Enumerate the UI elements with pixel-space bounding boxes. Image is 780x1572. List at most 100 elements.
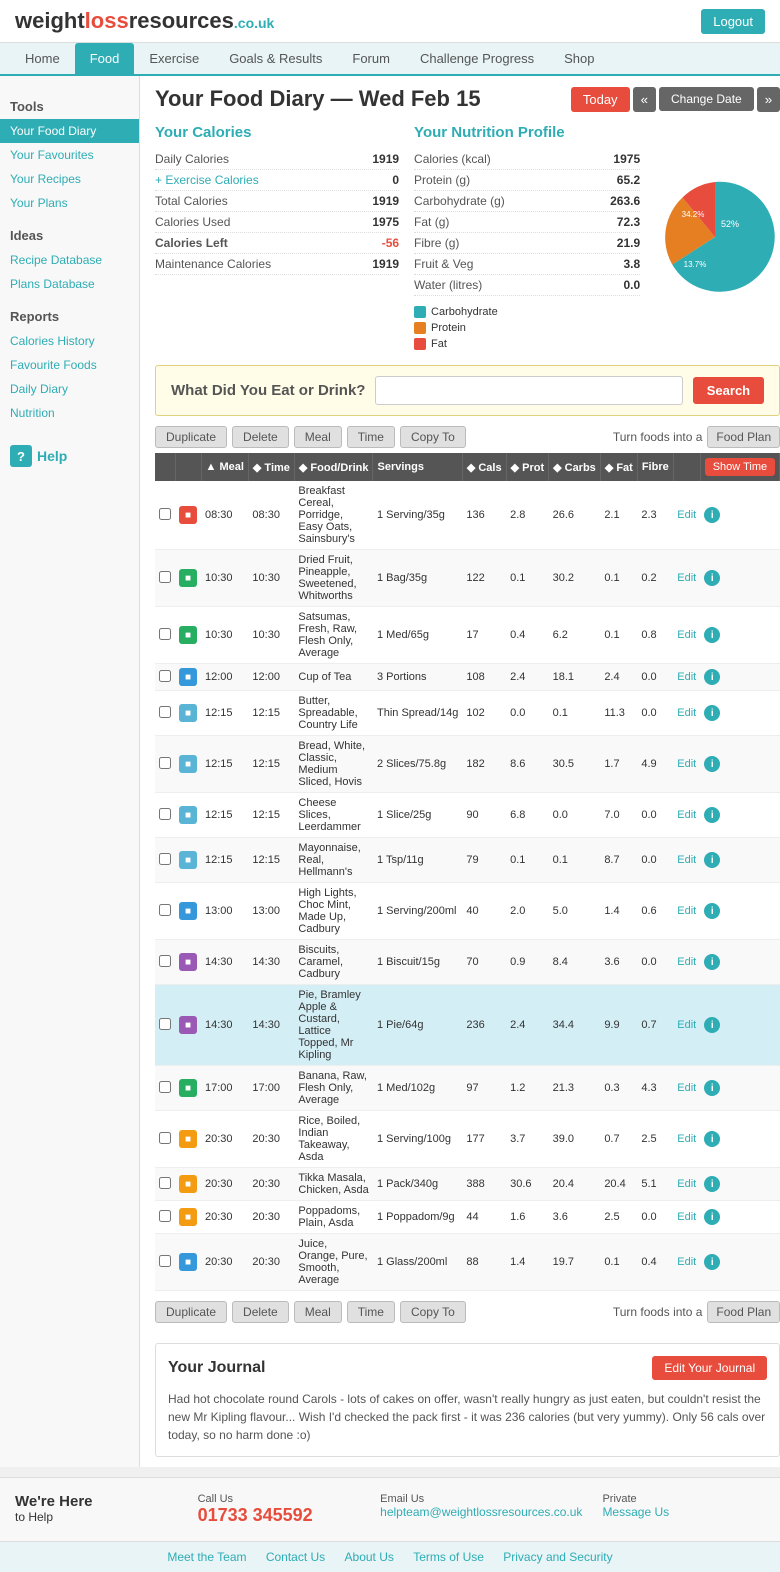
row-checkbox[interactable] (159, 808, 171, 820)
sidebar-item-nutrition[interactable]: Nutrition (0, 401, 139, 425)
message-link[interactable]: Message Us (602, 1505, 765, 1519)
th-cals[interactable]: ◆ Cals (462, 453, 506, 481)
food-plan-button-bottom[interactable]: Food Plan (707, 1301, 780, 1323)
next-date-button[interactable]: » (757, 87, 780, 112)
info-button[interactable]: i (704, 1176, 720, 1192)
row-checkbox[interactable] (159, 1177, 171, 1189)
duplicate-button-top[interactable]: Duplicate (155, 426, 227, 448)
copy-to-button-bottom[interactable]: Copy To (400, 1301, 466, 1323)
edit-link[interactable]: Edit (677, 854, 696, 866)
edit-link[interactable]: Edit (677, 809, 696, 821)
info-button[interactable]: i (704, 903, 720, 919)
nav-challenge[interactable]: Challenge Progress (405, 43, 549, 76)
email-address[interactable]: helpteam@weightlossresources.co.uk (380, 1505, 582, 1519)
delete-button-bottom[interactable]: Delete (232, 1301, 289, 1323)
sidebar-item-plans-db[interactable]: Plans Database (0, 272, 139, 296)
edit-link[interactable]: Edit (677, 572, 696, 584)
info-button[interactable]: i (704, 1131, 720, 1147)
th-carbs[interactable]: ◆ Carbs (549, 453, 601, 481)
edit-link[interactable]: Edit (677, 629, 696, 641)
duplicate-button-bottom[interactable]: Duplicate (155, 1301, 227, 1323)
info-button[interactable]: i (704, 705, 720, 721)
row-checkbox[interactable] (159, 955, 171, 967)
row-checkbox[interactable] (159, 1210, 171, 1222)
sidebar-item-plans[interactable]: Your Plans (0, 191, 139, 215)
edit-link[interactable]: Edit (677, 1133, 696, 1145)
nav-goals[interactable]: Goals & Results (214, 43, 337, 76)
time-button-top[interactable]: Time (347, 426, 395, 448)
th-prot[interactable]: ◆ Prot (506, 453, 549, 481)
info-button[interactable]: i (704, 507, 720, 523)
th-meal[interactable]: ▲ Meal (201, 453, 248, 481)
edit-link[interactable]: Edit (677, 1178, 696, 1190)
footer-meet-team[interactable]: Meet the Team (167, 1550, 246, 1564)
sidebar-item-calories-history[interactable]: Calories History (0, 329, 139, 353)
delete-button-top[interactable]: Delete (232, 426, 289, 448)
row-checkbox[interactable] (159, 1132, 171, 1144)
info-button[interactable]: i (704, 1254, 720, 1270)
nav-forum[interactable]: Forum (337, 43, 405, 76)
row-checkbox[interactable] (159, 1018, 171, 1030)
sidebar-item-food-diary[interactable]: Your Food Diary (0, 119, 139, 143)
edit-link[interactable]: Edit (677, 1019, 696, 1031)
nav-exercise[interactable]: Exercise (134, 43, 214, 76)
meal-button-top[interactable]: Meal (294, 426, 342, 448)
sidebar-item-daily-diary[interactable]: Daily Diary (0, 377, 139, 401)
info-button[interactable]: i (704, 1080, 720, 1096)
sidebar-item-favourites[interactable]: Your Favourites (0, 143, 139, 167)
meal-button-bottom[interactable]: Meal (294, 1301, 342, 1323)
edit-link[interactable]: Edit (677, 905, 696, 917)
row-checkbox[interactable] (159, 628, 171, 640)
sidebar-help[interactable]: ? Help (0, 435, 139, 477)
edit-link[interactable]: Edit (677, 758, 696, 770)
row-checkbox[interactable] (159, 508, 171, 520)
info-button[interactable]: i (704, 627, 720, 643)
edit-link[interactable]: Edit (677, 1211, 696, 1223)
info-button[interactable]: i (704, 807, 720, 823)
edit-link[interactable]: Edit (677, 671, 696, 683)
nav-shop[interactable]: Shop (549, 43, 609, 76)
row-checkbox[interactable] (159, 1255, 171, 1267)
row-checkbox[interactable] (159, 853, 171, 865)
prev-date-button[interactable]: « (633, 87, 656, 112)
th-time[interactable]: ◆ Time (248, 453, 294, 481)
sidebar-item-favourite-foods[interactable]: Favourite Foods (0, 353, 139, 377)
time-button-bottom[interactable]: Time (347, 1301, 395, 1323)
footer-terms[interactable]: Terms of Use (413, 1550, 484, 1564)
edit-link[interactable]: Edit (677, 707, 696, 719)
edit-journal-button[interactable]: Edit Your Journal (652, 1356, 767, 1380)
row-checkbox[interactable] (159, 571, 171, 583)
info-button[interactable]: i (704, 1209, 720, 1225)
edit-link[interactable]: Edit (677, 1082, 696, 1094)
info-button[interactable]: i (704, 954, 720, 970)
sidebar-item-recipe-db[interactable]: Recipe Database (0, 248, 139, 272)
search-input[interactable] (375, 376, 682, 405)
footer-about-us[interactable]: About Us (345, 1550, 394, 1564)
show-time-button[interactable]: Show Time (705, 458, 775, 476)
search-button[interactable]: Search (693, 377, 764, 404)
info-button[interactable]: i (704, 852, 720, 868)
info-button[interactable]: i (704, 570, 720, 586)
edit-link[interactable]: Edit (677, 956, 696, 968)
row-checkbox[interactable] (159, 706, 171, 718)
footer-contact-us[interactable]: Contact Us (266, 1550, 325, 1564)
info-button[interactable]: i (704, 1017, 720, 1033)
th-food[interactable]: ◆ Food/Drink (294, 453, 373, 481)
info-button[interactable]: i (704, 669, 720, 685)
edit-link[interactable]: Edit (677, 509, 696, 521)
copy-to-button-top[interactable]: Copy To (400, 426, 466, 448)
logout-button[interactable]: Logout (701, 9, 765, 34)
sidebar-item-recipes[interactable]: Your Recipes (0, 167, 139, 191)
info-button[interactable]: i (704, 756, 720, 772)
footer-privacy[interactable]: Privacy and Security (503, 1550, 612, 1564)
nav-food[interactable]: Food (75, 43, 135, 76)
edit-link[interactable]: Edit (677, 1256, 696, 1268)
food-plan-button-top[interactable]: Food Plan (707, 426, 780, 448)
row-checkbox[interactable] (159, 904, 171, 916)
row-checkbox[interactable] (159, 757, 171, 769)
row-checkbox[interactable] (159, 670, 171, 682)
row-checkbox[interactable] (159, 1081, 171, 1093)
th-fat[interactable]: ◆ Fat (600, 453, 637, 481)
nav-home[interactable]: Home (10, 43, 75, 76)
today-button[interactable]: Today (571, 87, 630, 112)
